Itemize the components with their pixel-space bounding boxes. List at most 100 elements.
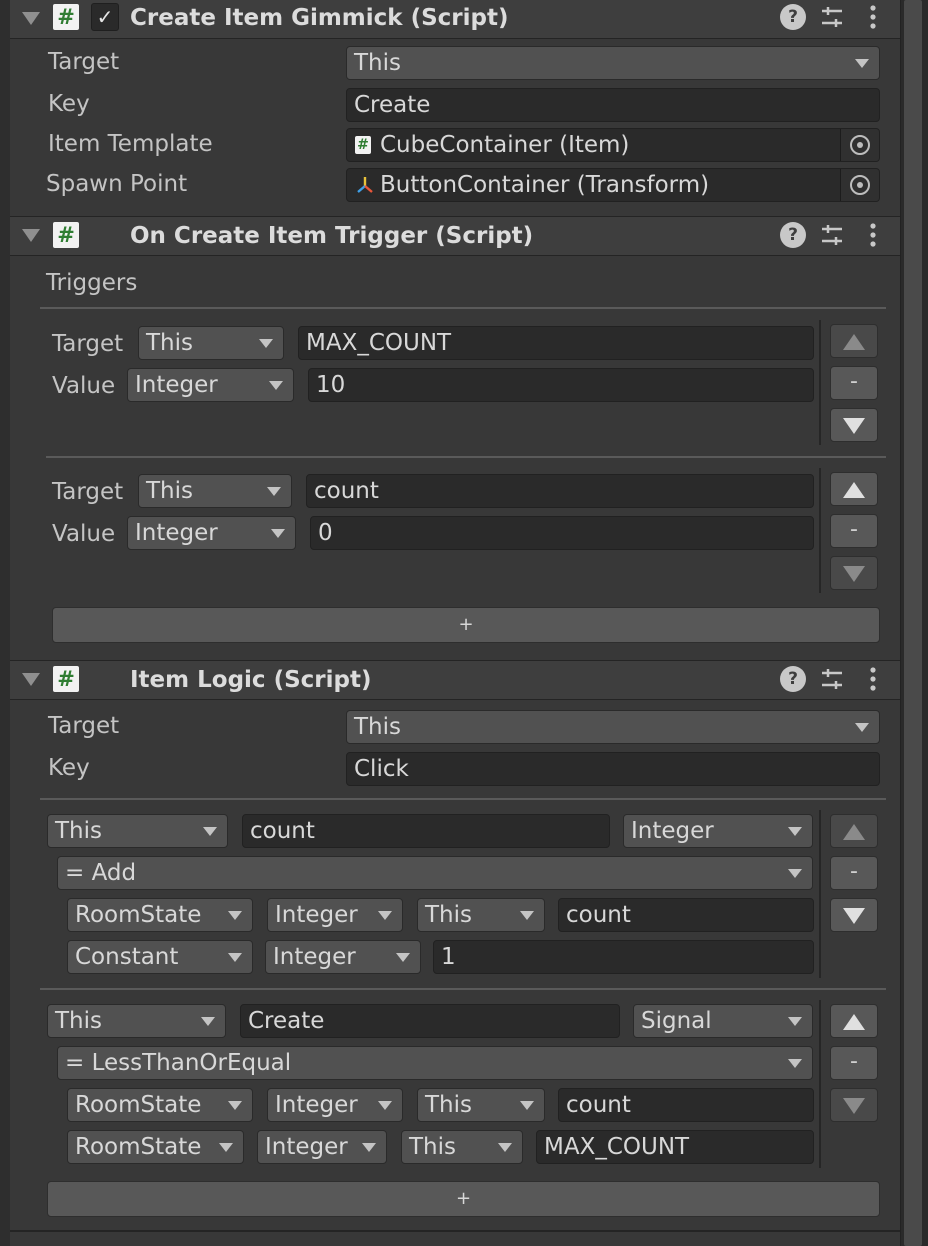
move-down-button[interactable] <box>830 1088 878 1122</box>
operand-key-field[interactable]: count <box>558 898 814 932</box>
chevron-down-icon <box>788 869 802 878</box>
help-icon[interactable]: ? <box>780 4 806 30</box>
operand-source-dropdown[interactable]: RoomState <box>67 898 253 932</box>
trigger-value-label: Value <box>52 521 116 547</box>
chevron-down-icon <box>259 339 273 348</box>
operand-target-dropdown[interactable]: This <box>401 1130 523 1164</box>
add-trigger-button[interactable]: + <box>52 607 880 643</box>
dropdown-value: This <box>354 50 401 76</box>
field-label-item-template: Item Template <box>48 131 213 157</box>
chevron-down-icon <box>788 1017 802 1026</box>
move-down-button[interactable] <box>830 556 878 590</box>
logic-target-dropdown[interactable]: This <box>47 814 228 848</box>
operand-type-dropdown[interactable]: Integer <box>257 1130 387 1164</box>
dropdown-value: Integer <box>275 902 358 928</box>
key-field[interactable]: Click <box>346 752 880 786</box>
dropdown-value: This <box>146 478 193 504</box>
trigger-type-dropdown[interactable]: Integer <box>127 516 296 550</box>
logic-operator-dropdown[interactable]: = LessThanOrEqual <box>57 1046 813 1080</box>
component-title: Create Item Gimmick (Script) <box>130 5 509 31</box>
triggers-label: Triggers <box>46 270 138 296</box>
move-up-button[interactable] <box>830 324 878 358</box>
trigger-target-label: Target <box>52 479 124 505</box>
logic-target-dropdown[interactable]: This <box>47 1004 226 1038</box>
trigger-target-dropdown[interactable]: This <box>138 474 292 508</box>
logic-type-dropdown[interactable]: Integer <box>623 814 813 848</box>
dropdown-value: This <box>55 818 102 844</box>
target-dropdown[interactable]: This <box>346 710 880 744</box>
item-template-object-field[interactable]: # CubeContainer (Item) <box>346 128 880 162</box>
operand-key-field[interactable]: MAX_COUNT <box>536 1130 814 1164</box>
presets-icon[interactable] <box>819 666 845 692</box>
trigger-key-field[interactable]: count <box>306 474 814 508</box>
object-picker-icon[interactable] <box>840 129 879 161</box>
component-header-on-create-item-trigger[interactable]: # On Create Item Trigger (Script) ? <box>10 216 900 256</box>
trigger-type-dropdown[interactable]: Integer <box>127 368 294 402</box>
field-value: count <box>314 478 379 504</box>
remove-button[interactable]: - <box>830 1046 878 1080</box>
logic-operator-dropdown[interactable]: = Add <box>57 856 813 890</box>
dropdown-value: Integer <box>631 818 714 844</box>
script-icon: # <box>53 4 79 30</box>
operand-source-dropdown[interactable]: RoomState <box>67 1088 253 1122</box>
script-icon: # <box>53 666 79 692</box>
operand-constant-field[interactable]: 1 <box>433 940 814 974</box>
trigger-target-dropdown[interactable]: This <box>138 326 284 360</box>
logic-key-field[interactable]: Create <box>240 1004 620 1038</box>
chevron-down-icon <box>520 1101 534 1110</box>
object-picker-icon[interactable] <box>840 169 879 201</box>
component-header-create-item-gimmick[interactable]: # ✓ Create Item Gimmick (Script) ? <box>10 0 900 39</box>
key-field[interactable]: Create <box>346 88 880 122</box>
presets-icon[interactable] <box>819 4 845 30</box>
operand-source-dropdown[interactable]: RoomState <box>67 1130 244 1164</box>
operand-target-dropdown[interactable]: This <box>417 1088 545 1122</box>
dropdown-value: Integer <box>135 372 218 398</box>
kebab-menu-icon[interactable] <box>860 666 886 692</box>
operand-type-dropdown[interactable]: Integer <box>265 940 421 974</box>
dropdown-value: = Add <box>65 860 137 886</box>
scrollbar-thumb[interactable] <box>904 0 922 1246</box>
move-up-button[interactable] <box>830 472 878 506</box>
remove-button[interactable]: - <box>830 514 878 548</box>
kebab-menu-icon[interactable] <box>860 4 886 30</box>
operand-source-dropdown[interactable]: Constant <box>67 940 253 974</box>
target-dropdown[interactable]: This <box>346 46 880 80</box>
enabled-checkbox[interactable]: ✓ <box>91 3 119 31</box>
foldout-arrow-icon[interactable] <box>22 12 40 25</box>
component-header-item-logic[interactable]: # Item Logic (Script) ? <box>10 660 900 700</box>
operand-type-dropdown[interactable]: Integer <box>267 1088 403 1122</box>
field-value: 0 <box>318 520 333 546</box>
remove-button[interactable]: - <box>830 366 878 400</box>
foldout-arrow-icon[interactable] <box>22 229 40 242</box>
trigger-value-field[interactable]: 10 <box>308 368 814 402</box>
chevron-down-icon <box>228 911 242 920</box>
kebab-menu-icon[interactable] <box>860 222 886 248</box>
list-divider <box>819 320 821 445</box>
move-down-button[interactable] <box>830 408 878 442</box>
dropdown-value: This <box>146 330 193 356</box>
dropdown-value: Constant <box>75 944 179 970</box>
component-title: On Create Item Trigger (Script) <box>130 223 534 249</box>
trigger-value-field[interactable]: 0 <box>310 516 814 550</box>
trigger-key-field[interactable]: MAX_COUNT <box>298 326 814 360</box>
spawn-point-object-field[interactable]: ButtonContainer (Transform) <box>346 168 880 202</box>
add-logic-button[interactable]: + <box>47 1181 880 1217</box>
logic-key-field[interactable]: count <box>242 814 610 848</box>
object-value: CubeContainer (Item) <box>380 132 630 158</box>
move-down-button[interactable] <box>830 898 878 932</box>
move-up-button[interactable] <box>830 814 878 848</box>
presets-icon[interactable] <box>819 222 845 248</box>
divider <box>46 456 886 458</box>
help-icon[interactable]: ? <box>780 666 806 692</box>
operand-key-field[interactable]: count <box>558 1088 814 1122</box>
move-up-button[interactable] <box>830 1004 878 1038</box>
foldout-arrow-icon[interactable] <box>22 673 40 686</box>
divider <box>40 988 886 990</box>
help-icon[interactable]: ? <box>780 222 806 248</box>
trigger-value-label: Value <box>52 373 116 399</box>
field-label-key: Key <box>48 755 90 781</box>
remove-button[interactable]: - <box>830 856 878 890</box>
logic-type-dropdown[interactable]: Signal <box>633 1004 813 1038</box>
operand-target-dropdown[interactable]: This <box>417 898 545 932</box>
operand-type-dropdown[interactable]: Integer <box>267 898 403 932</box>
